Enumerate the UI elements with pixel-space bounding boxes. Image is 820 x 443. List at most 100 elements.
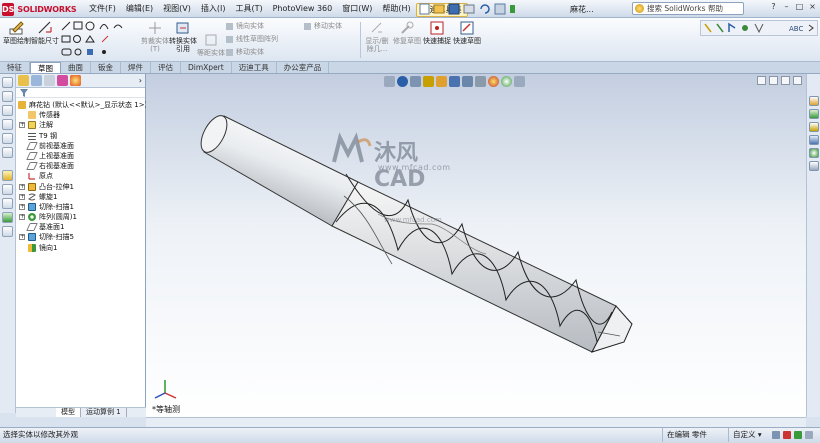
strip-button-1[interactable] <box>2 77 13 88</box>
twist-drill-model[interactable] <box>146 74 806 417</box>
expand-icon[interactable]: + <box>19 214 25 221</box>
move-entities-button[interactable]: 移动实体 <box>226 47 264 57</box>
tab-model[interactable]: 模型 <box>56 408 81 417</box>
sketch-entity-tools[interactable] <box>60 20 140 60</box>
mirror-icon <box>28 243 36 252</box>
tree-item-sweep-cut-1[interactable]: + 切除-扫描1 <box>16 202 145 212</box>
appearances-icon[interactable] <box>809 148 819 158</box>
rebuild-status-icon[interactable] <box>772 431 780 439</box>
menu-file[interactable]: 文件(F) <box>84 3 121 17</box>
tab-dimxpert[interactable]: DimXpert <box>181 62 232 73</box>
help-status-icon[interactable] <box>805 431 813 439</box>
tab-sketch[interactable]: 草图 <box>30 62 61 73</box>
configuration-tab-icon[interactable] <box>44 75 55 86</box>
quick-access-toolbar[interactable] <box>418 3 528 15</box>
tab-maidi-tools[interactable]: 迈迪工具 <box>232 62 277 73</box>
tree-item-mirror[interactable]: 镜向1 <box>16 243 145 253</box>
help-search-input[interactable]: 搜索 SolidWorks 帮助 <box>632 2 744 15</box>
file-explorer-icon[interactable] <box>809 122 819 132</box>
tree-item-plane1[interactable]: 基准面1 <box>16 222 145 232</box>
close-button[interactable]: × <box>807 2 818 13</box>
tree-item-sensors[interactable]: 传感器 <box>16 110 145 120</box>
tab-surfaces[interactable]: 曲面 <box>61 62 91 73</box>
strip-button-10[interactable] <box>2 212 13 223</box>
expand-icon[interactable]: + <box>19 234 25 241</box>
expand-icon[interactable]: + <box>19 122 25 129</box>
quick-sketch-button[interactable]: 快速草图 <box>452 20 482 45</box>
menu-photoview[interactable]: PhotoView 360 <box>268 3 338 17</box>
strip-button-11[interactable] <box>2 226 13 237</box>
graphics-area[interactable]: 沐风CAD www.mfcad.com www.mfcad.com *等轴测 <box>146 74 806 417</box>
custom-properties-icon[interactable] <box>809 161 819 171</box>
trim-entities-button[interactable]: 剪裁实体(T) <box>140 20 170 53</box>
property-manager-tab-icon[interactable] <box>31 75 42 86</box>
linear-pattern-button[interactable]: 线性草图阵列 <box>226 34 278 44</box>
tree-item-origin[interactable]: 原点 <box>16 171 145 181</box>
error-status-icon[interactable] <box>783 431 791 439</box>
unit-system-selector[interactable]: 自定义 ▾ <box>728 428 762 442</box>
smart-dimension-button[interactable]: 智能尺寸 <box>30 20 60 45</box>
tab-motion-study[interactable]: 运动算例 1 <box>81 408 127 417</box>
help-globe-icon <box>635 4 644 13</box>
feature-tree-tab-icon[interactable] <box>18 75 29 86</box>
menu-window[interactable]: 窗口(W) <box>337 3 377 17</box>
strip-button-5[interactable] <box>2 133 13 144</box>
tree-root[interactable]: 麻花钻 (默认<<默认>_显示状态 1>) <box>16 100 147 110</box>
tree-item-right-plane[interactable]: 右视基准面 <box>16 161 145 171</box>
helix-icon <box>28 193 36 201</box>
menu-insert[interactable]: 插入(I) <box>196 3 231 17</box>
solidworks-resources-icon[interactable] <box>809 96 819 106</box>
strip-button-6[interactable] <box>2 147 13 158</box>
tree-item-top-plane[interactable]: 上视基准面 <box>16 151 145 161</box>
maximize-button[interactable]: □ <box>794 2 805 13</box>
tree-item-annotations[interactable]: + 注解 <box>16 120 145 130</box>
tree-item-boss-extrude[interactable]: + 凸台-拉伸1 <box>16 182 145 192</box>
repair-sketch-button[interactable]: 修复草图 <box>392 20 422 45</box>
sketch-tools-icon <box>61 21 123 56</box>
strip-button-4[interactable] <box>2 119 13 130</box>
tab-features[interactable]: 特征 <box>0 62 30 73</box>
strip-button-9[interactable] <box>2 198 13 209</box>
sketch-button[interactable]: 草图绘制 <box>2 20 32 45</box>
menu-tools[interactable]: 工具(T) <box>230 3 267 17</box>
dimxpert-tab-icon[interactable] <box>57 75 68 86</box>
expand-icon[interactable]: + <box>19 203 25 210</box>
tab-sheet-metal[interactable]: 钣金 <box>91 62 121 73</box>
convert-entities-button[interactable]: 转换实体引用 <box>168 20 198 53</box>
offset-entities-button[interactable]: 等距实体 <box>196 32 226 57</box>
help-button[interactable]: ? <box>768 2 779 13</box>
tree-item-sweep-cut-5[interactable]: + 切除-扫描5 <box>16 232 145 242</box>
solidworks-logo[interactable]: DS SOLIDWORKS <box>2 1 77 17</box>
menu-view[interactable]: 视图(V) <box>158 3 196 17</box>
tab-office-products[interactable]: 办公室产品 <box>277 62 330 73</box>
tree-item-front-plane[interactable]: 前视基准面 <box>16 141 145 151</box>
strip-button-3[interactable] <box>2 105 13 116</box>
design-library-icon[interactable] <box>809 109 819 119</box>
tab-weldments[interactable]: 焊件 <box>121 62 151 73</box>
strip-button-2[interactable] <box>2 91 13 102</box>
context-toolbar[interactable]: ABC <box>700 20 818 36</box>
tree-item-material[interactable]: T9 钢 <box>16 131 145 141</box>
tab-evaluate[interactable]: 评估 <box>151 62 181 73</box>
tree-filter[interactable] <box>16 88 145 98</box>
expand-icon[interactable]: + <box>19 183 25 190</box>
tree-item-circular-pattern[interactable]: + 阵列(圆周)1 <box>16 212 145 222</box>
display-delete-relations-button[interactable]: 显示/删除几... <box>362 20 392 53</box>
strip-button-7[interactable] <box>2 170 13 181</box>
panel-chevron-icon[interactable]: › <box>139 76 142 85</box>
expand-icon[interactable]: + <box>19 193 25 200</box>
tree-item-helix[interactable]: + 螺旋1 <box>16 192 145 202</box>
sweep-cut-icon <box>28 202 36 211</box>
display-manager-tab-icon[interactable] <box>70 75 81 86</box>
move-entities-top-button[interactable]: 移动实体 <box>304 21 342 31</box>
move-top-icon <box>304 23 311 30</box>
sketch-icon <box>9 21 24 35</box>
view-palette-icon[interactable] <box>809 135 819 145</box>
strip-button-8[interactable] <box>2 184 13 195</box>
minimize-button[interactable]: – <box>781 2 792 13</box>
menu-edit[interactable]: 编辑(E) <box>121 3 158 17</box>
mirror-entities-button[interactable]: 镜向实体 <box>226 21 264 31</box>
sync-status-icon[interactable] <box>794 431 802 439</box>
menu-help[interactable]: 帮助(H) <box>377 3 415 17</box>
rapid-snap-button[interactable]: 快速捕捉 <box>422 20 452 45</box>
